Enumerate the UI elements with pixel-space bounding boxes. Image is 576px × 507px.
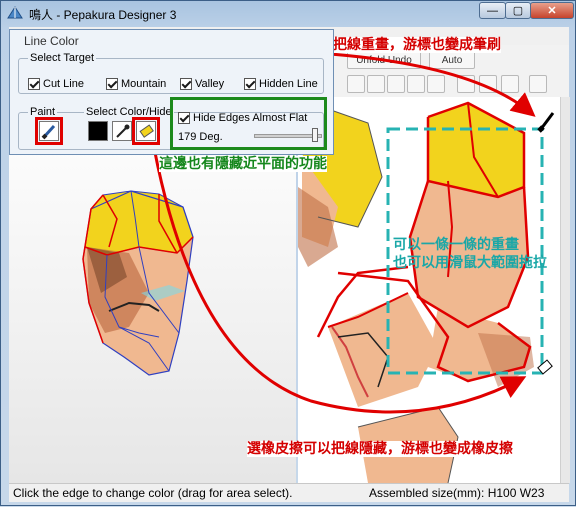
hidden-line-checkbox[interactable]: Hidden Line [244, 78, 318, 90]
valley-checkbox[interactable]: Valley [180, 78, 224, 90]
eyedropper-icon [116, 124, 130, 138]
annotation-redraw-line2: 也可以用滑鼠大範圍拖拉 [393, 255, 547, 271]
valley-label: Valley [195, 78, 225, 90]
annotation-eraser-text: 選橡皮擦可以把線隱藏，游標也變成橡皮擦 [247, 441, 513, 457]
checkbox-check-icon [244, 78, 256, 90]
color-swatch-button[interactable] [88, 121, 108, 141]
eraser-cursor-icon [537, 359, 553, 375]
app-window: 鳴人 - Pepakura Designer 3 — ▢ ✕ Unfold Un… [0, 0, 576, 506]
mountain-checkbox[interactable]: Mountain [106, 78, 166, 90]
annotation-redraw-line1: 可以一條一條的重畫 [393, 237, 519, 253]
eyedropper-button[interactable] [112, 121, 132, 141]
select-color-label: Select Color/Hide [84, 106, 174, 118]
annotation-hide-flat-text: 這邊也有隱藏近平面的功能 [159, 156, 327, 172]
status-hint: Click the edge to change color (drag for… [13, 486, 293, 500]
cut-line-label: Cut Line [43, 78, 84, 90]
eraser-highlight [132, 117, 160, 145]
mountain-label: Mountain [121, 78, 167, 90]
dialog-title: Line Color [24, 34, 79, 48]
hide-edges-highlight [170, 97, 327, 150]
brush-highlight [35, 117, 63, 145]
select-target-label: Select Target [28, 52, 97, 64]
checkbox-check-icon [106, 78, 118, 90]
cut-line-checkbox[interactable]: Cut Line [28, 78, 84, 90]
line-color-dialog: Line Color Select Target Cut Line Mounta… [9, 29, 334, 155]
brush-cursor-icon [537, 112, 555, 133]
checkbox-check-icon [28, 78, 40, 90]
checkbox-check-icon [180, 78, 192, 90]
hidden-line-label: Hidden Line [259, 78, 318, 90]
assembled-size: Assembled size(mm): H100 W23 [369, 486, 545, 500]
